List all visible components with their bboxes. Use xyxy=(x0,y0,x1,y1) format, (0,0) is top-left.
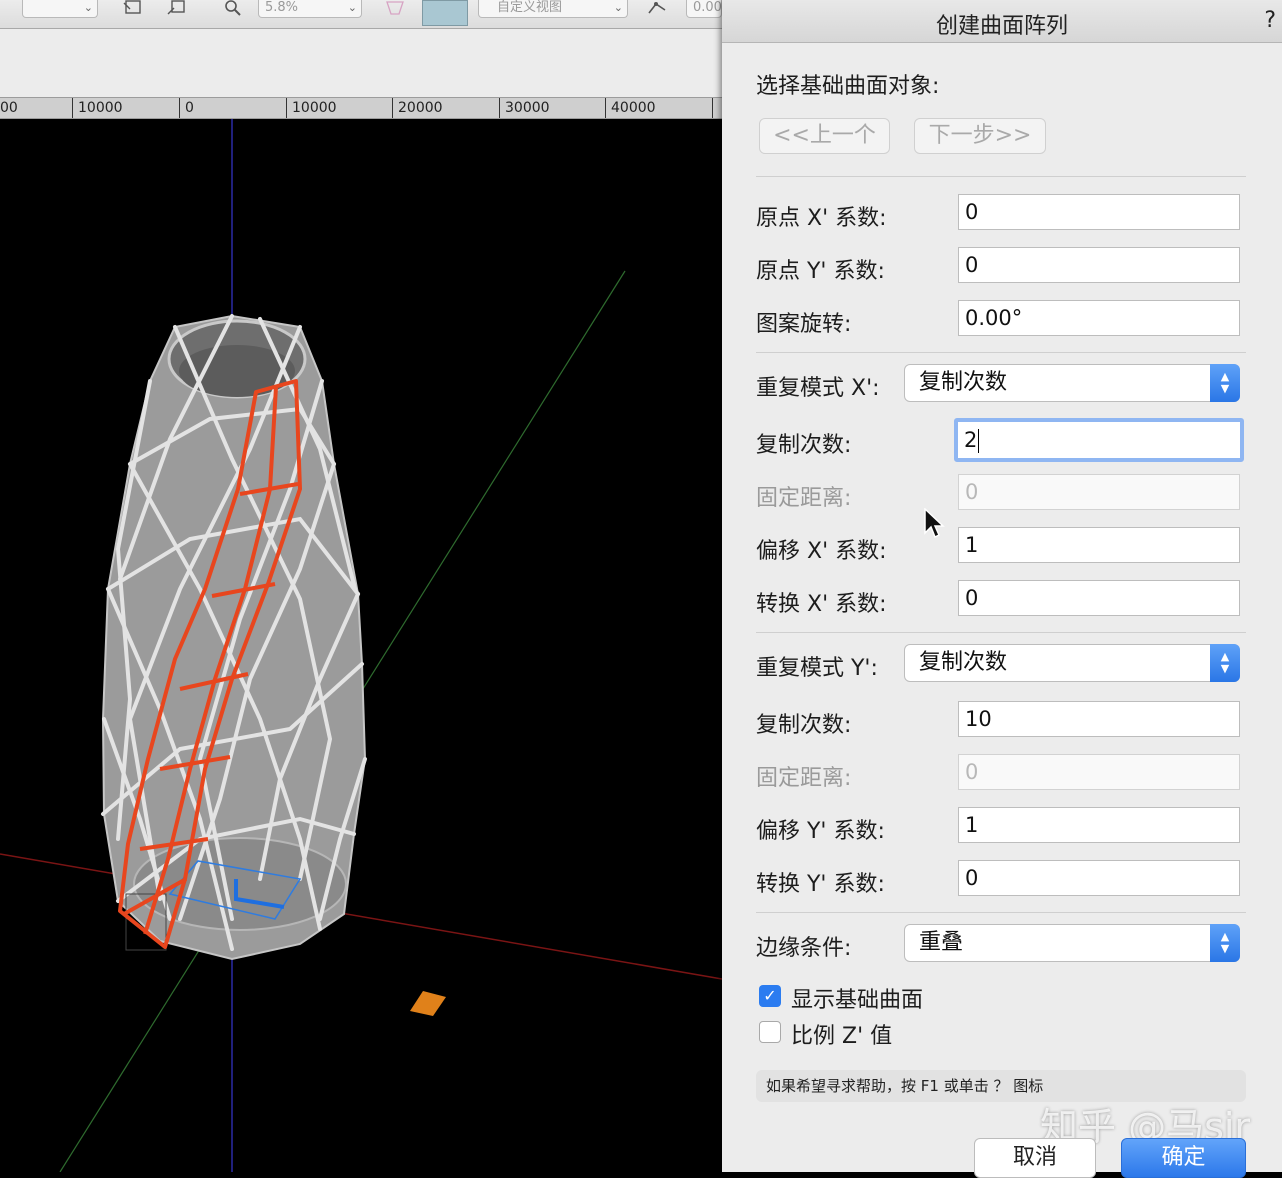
toolbar: ⌄ 5.8% ⌄ 自定义视图 ⌄ 0.00 xyxy=(0,0,722,29)
updown-chevron-icon: ▲ ▼ xyxy=(1210,924,1240,962)
view-bar xyxy=(0,29,722,97)
edge-condition-label: 边缘条件: xyxy=(756,936,852,961)
render-mode-icon[interactable] xyxy=(422,0,468,26)
chevron-down-icon: ⌄ xyxy=(347,1,357,14)
origin-y-label: 原点 Y' 系数: xyxy=(756,259,885,284)
divider xyxy=(756,912,1246,913)
zoom-objects-icon[interactable] xyxy=(166,0,188,16)
ruler-label: 00 xyxy=(0,100,18,116)
origin-x-field[interactable]: 0 xyxy=(958,194,1240,230)
repeat-mode-x-select[interactable]: 复制次数 ▲ ▼ xyxy=(904,364,1240,402)
ruler-tick xyxy=(72,98,73,118)
create-surface-array-dialog: 创建曲面阵列 ? 选择基础曲面对象: <<上一个 下一步>> 原点 X' 系数:… xyxy=(722,0,1282,1178)
updown-chevron-icon: ▲ ▼ xyxy=(1210,644,1240,682)
scale-z-checkbox[interactable] xyxy=(759,1021,781,1043)
count-y-field[interactable]: 10 xyxy=(958,701,1240,737)
transform-y-label: 转换 Y' 系数: xyxy=(756,872,885,897)
count-x-field[interactable]: 2 xyxy=(954,418,1244,462)
magnifier-icon[interactable] xyxy=(222,0,244,16)
count-y-label: 复制次数: xyxy=(756,713,852,738)
offset-x-field[interactable]: 1 xyxy=(958,527,1240,563)
transform-y-field[interactable]: 0 xyxy=(958,860,1240,896)
view-select-value: 自定义视图 xyxy=(497,0,563,15)
text-caret xyxy=(978,429,980,453)
show-base-surface-checkbox[interactable]: ✓ xyxy=(759,985,781,1007)
repeat-mode-x-label: 重复模式 X': xyxy=(756,376,880,401)
ruler-tick xyxy=(499,98,500,118)
projection-icon[interactable] xyxy=(384,0,406,16)
ruler-tick xyxy=(286,98,287,118)
rotation-label: 图案旋转: xyxy=(756,312,852,337)
dialog-title: 创建曲面阵列 xyxy=(935,14,1068,39)
divider xyxy=(756,176,1246,177)
ruler-tick xyxy=(712,98,713,118)
transform-x-label: 转换 X' 系数: xyxy=(756,592,887,617)
ruler-label: 20000 xyxy=(398,100,443,116)
layer-select[interactable]: ⌄ xyxy=(22,0,98,18)
count-x-label: 复制次数: xyxy=(756,433,852,458)
cancel-button[interactable]: 取消 xyxy=(974,1138,1096,1178)
offset-y-field[interactable]: 1 xyxy=(958,807,1240,843)
view-select[interactable]: 自定义视图 ⌄ xyxy=(478,0,628,18)
vase-scene[interactable] xyxy=(0,119,722,1172)
ruler-label: 10000 xyxy=(78,100,123,116)
orange-locus-marker xyxy=(410,991,446,1016)
offset-y-label: 偏移 Y' 系数: xyxy=(756,819,885,844)
working-plane-icon[interactable] xyxy=(646,0,668,16)
updown-chevron-icon: ▲ ▼ xyxy=(1210,364,1240,402)
fixed-distance-x-field: 0 xyxy=(958,474,1240,510)
transform-x-field[interactable]: 0 xyxy=(958,580,1240,616)
x-axis-line xyxy=(0,853,722,980)
fixed-distance-x-label: 固定距离: xyxy=(756,486,852,511)
zoom-fit-icon[interactable] xyxy=(122,0,144,16)
mouse-pointer-icon xyxy=(924,508,945,539)
show-base-surface-label[interactable]: 显示基础曲面 xyxy=(791,982,923,1014)
edge-condition-select[interactable]: 重叠 ▲ ▼ xyxy=(904,924,1240,962)
next-button[interactable]: 下一步>> xyxy=(914,118,1046,154)
ruler-label: 10000 xyxy=(292,100,337,116)
ruler-tick xyxy=(179,98,180,118)
ruler-tick xyxy=(392,98,393,118)
count-x-value: 2 xyxy=(964,428,978,452)
repeat-mode-y-label: 重复模式 Y': xyxy=(756,656,878,681)
origin-y-field[interactable]: 0 xyxy=(958,247,1240,283)
fixed-distance-y-label: 固定距离: xyxy=(756,766,852,791)
coordinate-field[interactable]: 0.00 xyxy=(686,0,722,18)
edge-condition-value: 重叠 xyxy=(919,930,964,955)
origin-x-label: 原点 X' 系数: xyxy=(756,206,887,231)
coordinate-value: 0.00 xyxy=(693,0,722,15)
horizontal-ruler: 00 10000 0 10000 20000 30000 40000 xyxy=(0,97,722,119)
dialog-titlebar: 创建曲面阵列 ? xyxy=(722,0,1282,43)
select-base-label: 选择基础曲面对象: xyxy=(756,74,940,99)
scale-z-label[interactable]: 比例 Z' 值 xyxy=(791,1018,892,1050)
ok-button[interactable]: 确定 xyxy=(1121,1138,1246,1178)
repeat-mode-y-value: 复制次数 xyxy=(919,650,1008,675)
offset-x-label: 偏移 X' 系数: xyxy=(756,539,887,564)
divider xyxy=(756,352,1246,353)
fixed-distance-y-field: 0 xyxy=(958,754,1240,790)
chevron-down-icon: ⌄ xyxy=(83,1,93,14)
repeat-mode-x-value: 复制次数 xyxy=(919,370,1008,395)
zoom-value: 5.8% xyxy=(265,0,299,15)
help-button[interactable]: ? xyxy=(1264,8,1276,33)
zoom-field[interactable]: 5.8% ⌄ xyxy=(258,0,362,18)
prev-button[interactable]: <<上一个 xyxy=(759,118,890,154)
3d-viewport[interactable] xyxy=(0,119,722,1172)
ruler-tick xyxy=(605,98,606,118)
repeat-mode-y-select[interactable]: 复制次数 ▲ ▼ xyxy=(904,644,1240,682)
ruler-label: 40000 xyxy=(611,100,656,116)
ruler-label: 30000 xyxy=(505,100,550,116)
rotation-field[interactable]: 0.00° xyxy=(958,300,1240,336)
chevron-down-icon: ⌄ xyxy=(613,1,623,14)
divider xyxy=(756,632,1246,633)
ruler-label: 0 xyxy=(185,100,194,116)
